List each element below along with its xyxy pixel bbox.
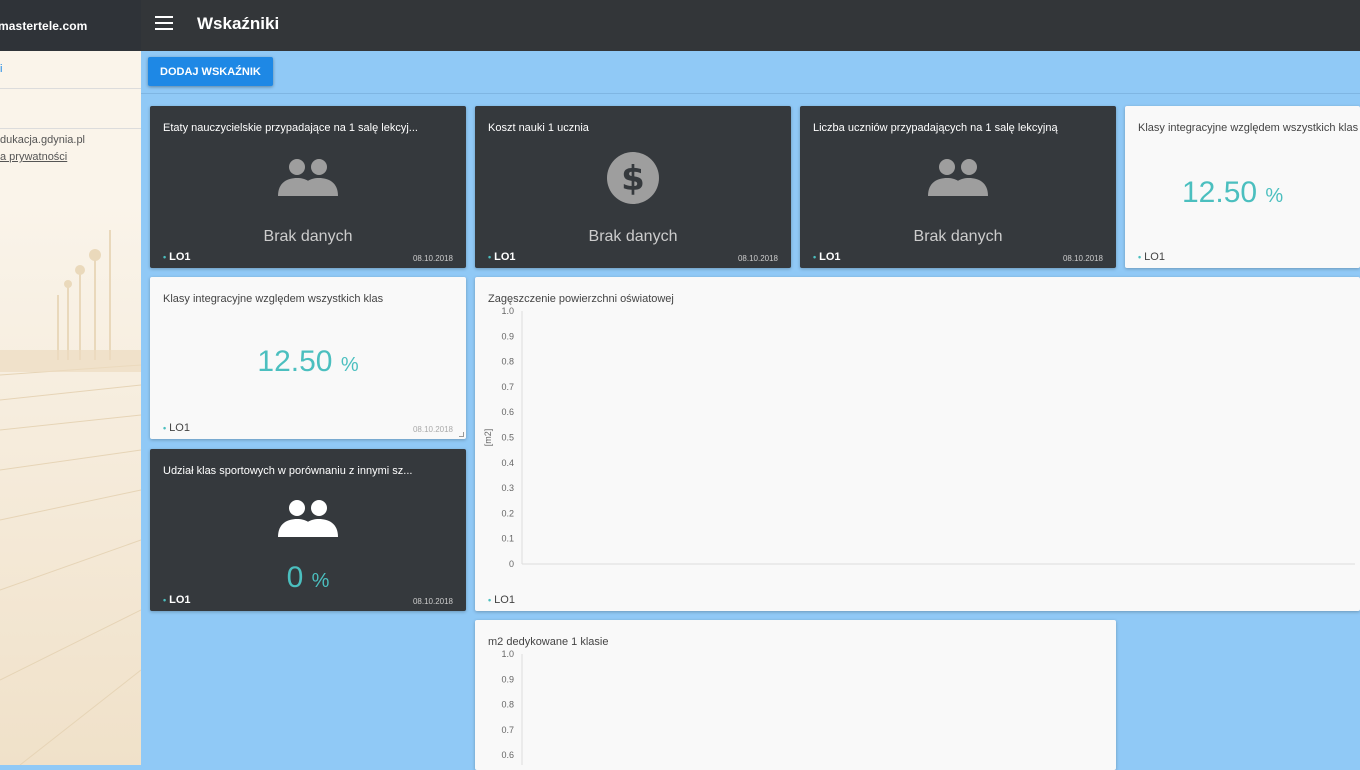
y-tick-label: 0.9: [501, 331, 514, 341]
no-data-text: Brak danych: [913, 228, 1003, 245]
card-title: Klasy integracyjne względem wszystkich k…: [1138, 122, 1359, 134]
chart-card[interactable]: m2 dedykowane 1 klasie 1.0 0.9 0.8 0.7 0.6: [475, 620, 1116, 770]
sidebar-divider: [0, 88, 141, 89]
svg-text:$: $: [621, 159, 645, 199]
indicator-card[interactable]: Koszt nauki 1 ucznia $ Brak danych • LO1 …: [475, 106, 791, 268]
sidebar-divider: [0, 128, 141, 129]
y-tick-label: 0.2: [501, 508, 514, 518]
card-date: 08.10.2018: [412, 425, 453, 434]
school-tag: • LO1: [813, 251, 841, 263]
y-tick-label: 0.7: [501, 725, 514, 735]
school-tag: • LO1: [163, 422, 190, 434]
y-tick-label: 0.3: [501, 483, 514, 493]
sidebar-link[interactable]: i: [0, 63, 2, 75]
pier-background-image: [0, 200, 141, 765]
y-tick-label: 0: [509, 559, 514, 569]
people-icon: [278, 500, 338, 537]
sidebar-header: mastertele.com: [0, 0, 141, 51]
y-tick-label: 0.6: [501, 750, 514, 760]
indicator-card[interactable]: Udział klas sportowych w porównaniu z in…: [150, 449, 466, 611]
card-date: 08.10.2018: [412, 597, 453, 606]
page-title: Wskaźniki: [197, 14, 280, 33]
card-date: 08.10.2018: [412, 254, 453, 263]
resize-handle[interactable]: [459, 432, 464, 437]
indicator-card[interactable]: Etaty nauczycielskie przypadające na 1 s…: [150, 106, 466, 268]
y-tick-label: 0.8: [501, 357, 514, 367]
no-data-text: Brak danych: [263, 228, 353, 245]
school-tag: • LO1: [163, 251, 191, 263]
indicator-card[interactable]: Liczba uczniów przypadających na 1 salę …: [800, 106, 1116, 268]
line-chart: 1.0 0.9 0.8 0.7 0.6 0.5 0.4 0.3 0.2 0.1 0 [m2]: [483, 306, 1355, 569]
school-tag: • LO1: [163, 594, 191, 606]
no-data-text: Brak danych: [588, 228, 678, 245]
hamburger-menu-icon[interactable]: [155, 16, 173, 30]
y-tick-label: 0.5: [501, 433, 514, 443]
card-date: 08.10.2018: [737, 254, 778, 263]
indicator-value: 0 %: [286, 561, 330, 594]
school-tag: • LO1: [1138, 251, 1165, 263]
y-axis-label: [m2]: [483, 429, 493, 447]
indicator-value: 12.50 %: [1182, 176, 1284, 209]
indicator-card[interactable]: Klasy integracyjne względem wszystkich k…: [150, 277, 466, 439]
y-tick-label: 0.6: [501, 407, 514, 417]
y-tick-label: 0.4: [501, 458, 514, 468]
card-title: Klasy integracyjne względem wszystkich k…: [163, 293, 384, 305]
people-icon: [928, 159, 988, 196]
brand-name: mastertele.com: [0, 18, 88, 33]
y-tick-label: 0.1: [501, 534, 514, 544]
indicator-card[interactable]: Klasy integracyjne względem wszystkich k…: [1125, 106, 1360, 268]
chart-legend: • LO1: [488, 594, 515, 606]
indicator-value: 12.50 %: [257, 345, 359, 378]
card-date: 08.10.2018: [1062, 254, 1103, 263]
school-tag: • LO1: [488, 251, 516, 263]
card-title: Liczba uczniów przypadających na 1 salę …: [813, 122, 1058, 134]
y-tick-label: 1.0: [501, 306, 514, 316]
line-chart: 1.0 0.9 0.8 0.7 0.6: [501, 649, 523, 765]
y-tick-label: 0.7: [501, 382, 514, 392]
chart-card[interactable]: Zagęszczenie powierzchni oświatowej 1.0 0…: [475, 277, 1360, 611]
dollar-icon: $: [607, 152, 659, 204]
y-tick-label: 0.9: [501, 674, 514, 684]
y-tick-label: 1.0: [501, 649, 514, 659]
top-app-bar: Wskaźniki: [141, 0, 1360, 51]
card-title: Koszt nauki 1 ucznia: [488, 122, 589, 134]
card-title: Udział klas sportowych w porównaniu z in…: [163, 465, 413, 477]
privacy-link[interactable]: a prywatności: [0, 151, 67, 163]
toolbar: DODAJ WSKAŹNIK: [141, 51, 1360, 94]
card-title: Etaty nauczycielskie przypadające na 1 s…: [163, 122, 418, 134]
sidebar: mastertele.com i dukacja.gdynia.pl a pry…: [0, 0, 141, 765]
add-indicator-button[interactable]: DODAJ WSKAŹNIK: [148, 57, 273, 86]
footer-domain[interactable]: dukacja.gdynia.pl: [0, 134, 85, 146]
y-tick-label: 0.8: [501, 700, 514, 710]
people-icon: [278, 159, 338, 196]
